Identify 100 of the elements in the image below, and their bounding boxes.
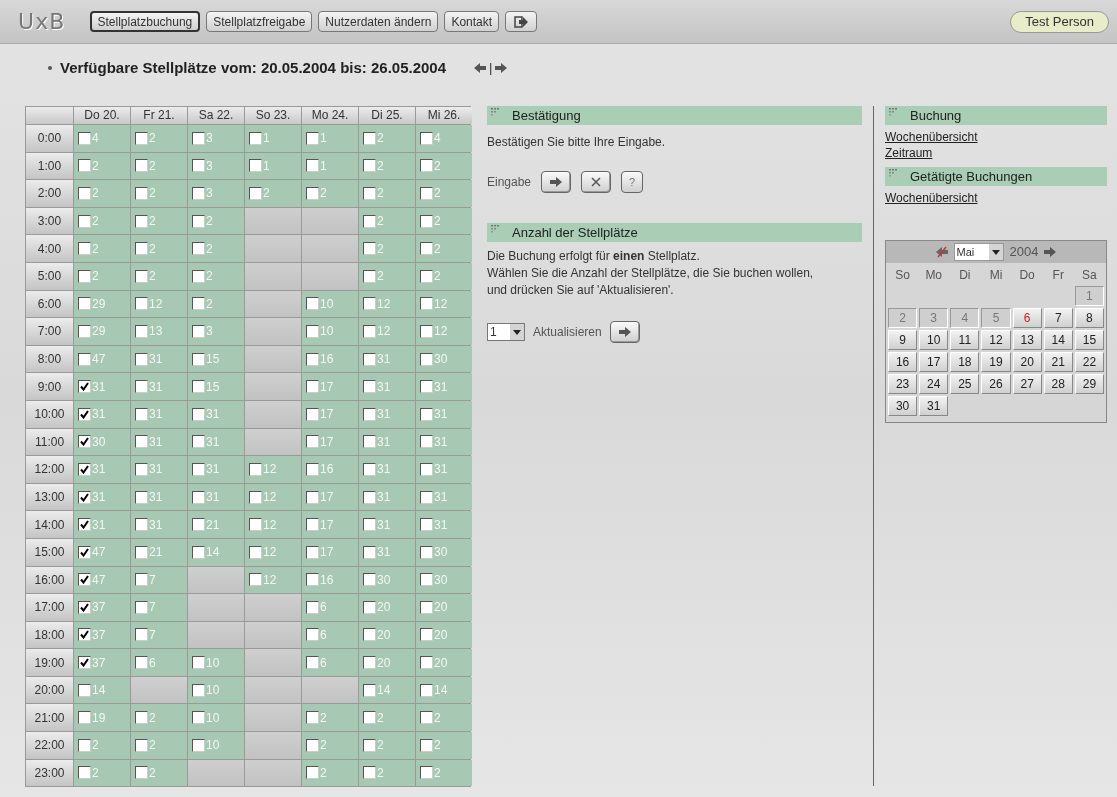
slot-checkbox[interactable] [363,683,376,697]
slot-checkbox[interactable] [135,600,148,614]
slot-checkbox[interactable] [192,683,205,697]
slot-checkbox[interactable] [306,462,319,476]
quantity-select[interactable]: 1 [487,323,525,341]
slot-checkbox[interactable] [78,462,91,476]
slot-checkbox[interactable] [78,683,91,697]
slot-checkbox[interactable] [135,131,148,145]
slot-checkbox[interactable] [192,490,205,504]
slot-checkbox[interactable] [192,407,205,421]
nav-tab[interactable]: Stellplatzbuchung [89,11,201,32]
slot-checkbox[interactable] [249,518,262,532]
slot-checkbox[interactable] [249,545,262,559]
slot-checkbox[interactable] [306,628,319,642]
slot-checkbox[interactable] [420,269,433,283]
slot-checkbox[interactable] [78,187,91,200]
slot-checkbox[interactable] [135,518,148,532]
slot-checkbox[interactable] [306,518,319,532]
slot-checkbox[interactable] [306,573,319,587]
slot-checkbox[interactable] [135,435,148,449]
slot-checkbox[interactable] [306,159,319,173]
sidebar-link[interactable]: Wochenübersicht [885,190,978,206]
calendar-day[interactable]: 11 [950,330,980,350]
calendar-day[interactable]: 22 [1074,352,1104,372]
calendar-day[interactable]: 15 [1074,330,1104,350]
slot-checkbox[interactable] [363,352,376,366]
slot-checkbox[interactable] [78,352,91,366]
slot-checkbox[interactable] [363,656,376,670]
calendar-day[interactable]: 19 [981,352,1011,372]
slot-checkbox[interactable] [249,131,262,145]
slot-checkbox[interactable] [78,711,91,725]
slot-checkbox[interactable] [306,545,319,559]
calendar-day[interactable]: 23 [888,374,918,394]
calendar-day[interactable]: 12 [981,330,1011,350]
slot-checkbox[interactable] [363,462,376,476]
slot-checkbox[interactable] [420,407,433,421]
slot-checkbox[interactable] [420,518,433,532]
calendar-day[interactable]: 31 [919,396,949,416]
slot-checkbox[interactable] [135,545,148,559]
slot-checkbox[interactable] [420,214,433,228]
slot-checkbox[interactable] [192,656,205,670]
update-button[interactable] [609,321,640,343]
slot-checkbox[interactable] [420,187,433,200]
slot-checkbox[interactable] [363,545,376,559]
slot-checkbox[interactable] [192,214,205,228]
calendar-day[interactable]: 18 [950,352,980,372]
slot-checkbox[interactable] [306,297,319,311]
slot-checkbox[interactable] [306,656,319,670]
slot-checkbox[interactable] [135,324,148,338]
slot-checkbox[interactable] [78,242,91,256]
slot-checkbox[interactable] [78,766,91,780]
calendar-day[interactable]: 7 [1043,308,1073,328]
slot-checkbox[interactable] [363,600,376,614]
slot-checkbox[interactable] [420,297,433,311]
slot-checkbox[interactable] [306,380,319,394]
slot-checkbox[interactable] [135,214,148,228]
slot-checkbox[interactable] [192,242,205,256]
slot-checkbox[interactable] [135,242,148,256]
slot-checkbox[interactable] [363,573,376,587]
nav-tab[interactable]: Stellplatzfreigabe [206,11,313,32]
logout-button[interactable] [505,11,538,32]
slot-checkbox[interactable] [135,187,148,200]
slot-checkbox[interactable] [420,545,433,559]
slot-checkbox[interactable] [420,131,433,145]
slot-checkbox[interactable] [363,131,376,145]
slot-checkbox[interactable] [192,297,205,311]
slot-checkbox[interactable] [363,518,376,532]
slot-checkbox[interactable] [192,545,205,559]
help-button[interactable]: ? [621,171,644,193]
slot-checkbox[interactable] [363,435,376,449]
slot-checkbox[interactable] [192,131,205,145]
slot-checkbox[interactable] [192,518,205,532]
slot-checkbox[interactable] [135,297,148,311]
slot-checkbox[interactable] [78,131,91,145]
slot-checkbox[interactable] [78,490,91,504]
slot-checkbox[interactable] [135,269,148,283]
slot-checkbox[interactable] [192,352,205,366]
slot-checkbox[interactable] [363,738,376,752]
slot-checkbox[interactable] [249,490,262,504]
slot-checkbox[interactable] [135,573,148,587]
calendar-day[interactable]: 26 [981,374,1011,394]
slot-checkbox[interactable] [363,490,376,504]
slot-checkbox[interactable] [78,269,91,283]
slot-checkbox[interactable] [363,297,376,311]
slot-checkbox[interactable] [363,711,376,725]
slot-checkbox[interactable] [192,435,205,449]
slot-checkbox[interactable] [249,187,262,200]
calendar-day[interactable]: 24 [919,374,949,394]
slot-checkbox[interactable] [420,683,433,697]
slot-checkbox[interactable] [78,738,91,752]
calendar-day[interactable]: 9 [888,330,918,350]
slot-checkbox[interactable] [135,380,148,394]
slot-checkbox[interactable] [420,490,433,504]
calendar-day[interactable]: 14 [1043,330,1073,350]
slot-checkbox[interactable] [192,462,205,476]
slot-checkbox[interactable] [135,352,148,366]
slot-checkbox[interactable] [420,600,433,614]
slot-checkbox[interactable] [78,545,91,559]
slot-checkbox[interactable] [192,711,205,725]
calendar-day[interactable]: 25 [950,374,980,394]
